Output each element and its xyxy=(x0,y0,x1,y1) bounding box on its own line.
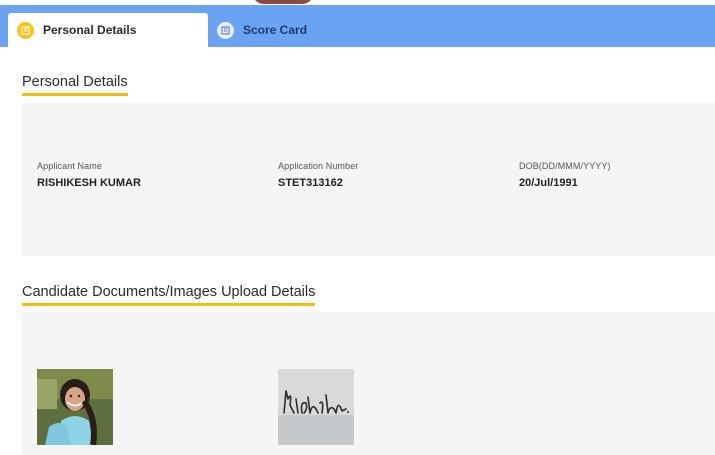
field-application-number: Application Number STET313162 xyxy=(278,161,358,189)
field-label: Application Number xyxy=(278,161,359,171)
tab-bar: Personal Details Score Card xyxy=(0,5,715,47)
tab-label: Personal Details xyxy=(43,23,137,37)
section-title-personal-details: Personal Details xyxy=(22,74,128,96)
field-label: Applicant Name xyxy=(37,161,102,171)
scorecard-icon xyxy=(217,21,234,39)
header-logo-fragment xyxy=(252,0,314,4)
candidate-signature xyxy=(278,369,354,445)
tab-label: Score Card xyxy=(243,23,308,37)
field-value: RISHIKESH KUMAR xyxy=(37,177,141,189)
field-value: 20/Jul/1991 xyxy=(519,177,578,189)
candidate-photo xyxy=(37,369,113,445)
field-value: STET313162 xyxy=(278,177,343,189)
documents-panel xyxy=(22,312,715,455)
field-dob: DOB(DD/MMM/YYYY) 20/Jul/1991 xyxy=(519,161,611,189)
section-title-documents: Candidate Documents/Images Upload Detail… xyxy=(22,284,316,306)
field-label: DOB(DD/MMM/YYYY) xyxy=(519,161,611,171)
personal-details-panel: Applicant Name RISHIKESH KUMAR Applicati… xyxy=(22,103,715,256)
tab-score-card[interactable]: Score Card xyxy=(217,13,417,47)
field-applicant-name: Applicant Name RISHIKESH KUMAR xyxy=(37,161,141,189)
tab-personal-details[interactable]: Personal Details xyxy=(8,13,208,47)
id-card-icon xyxy=(17,21,34,39)
